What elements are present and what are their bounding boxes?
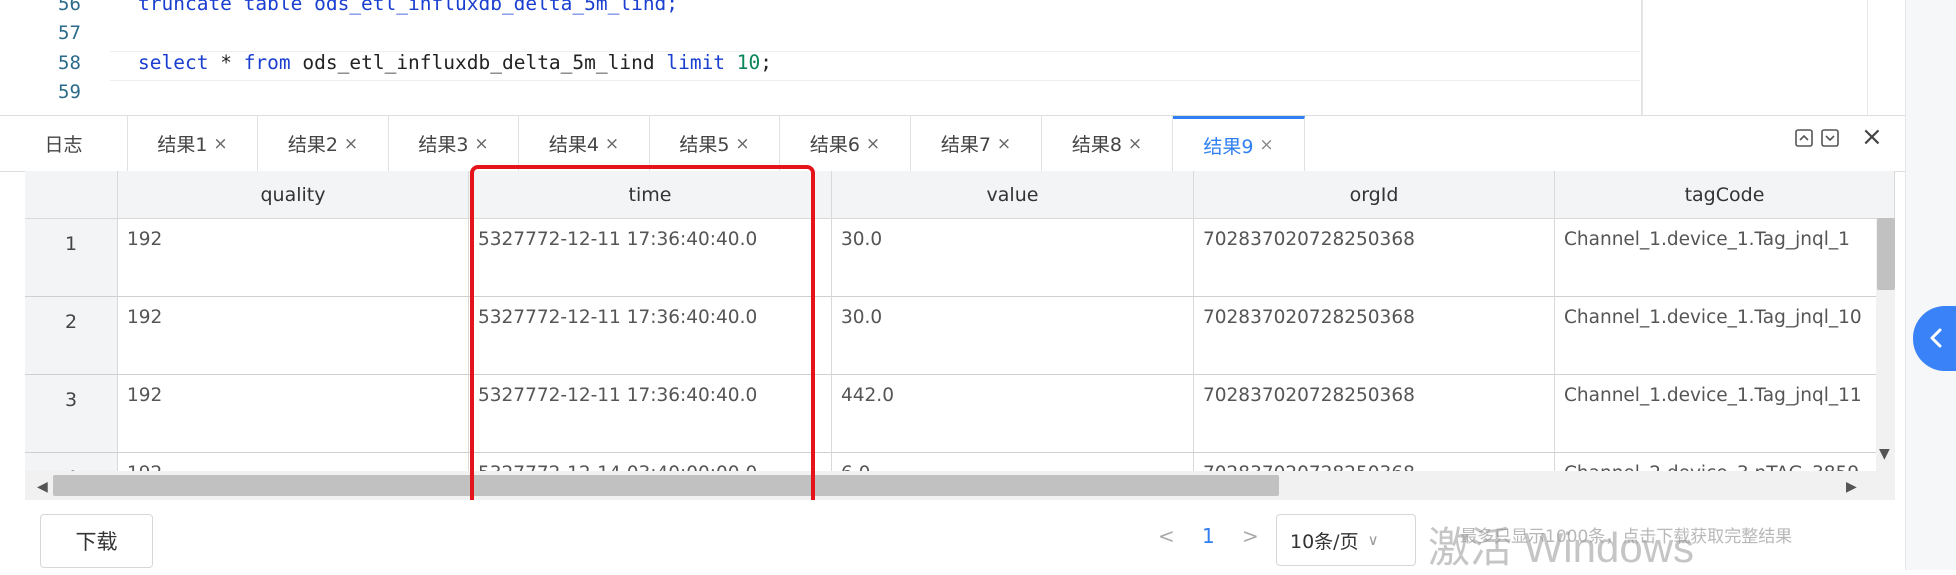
tab-close-icon[interactable]: × [735,134,749,154]
tab-close-icon[interactable]: × [1259,135,1273,155]
tab-result-2[interactable]: 结果2 × [258,116,389,171]
table-cell-time[interactable]: 5327772-12-11 17:36:40:40.0 [469,219,832,297]
result-grid: quality time value orgId tagCode 1 192 5327772-… [25,171,1895,531]
horizontal-scroll-thumb[interactable] [53,475,1279,496]
row-number[interactable]: 3 [25,375,118,453]
tab-label: 结果8 [1071,134,1122,156]
tab-result-1[interactable]: 结果1 × [128,116,258,171]
table-cell-orgid[interactable]: 702837020728250368 [1194,297,1555,375]
scroll-left-arrow-icon[interactable]: ◀ [37,479,48,495]
download-button[interactable]: 下载 [40,514,153,568]
right-rail [1905,0,1956,570]
activation-watermark: 激活 Windows [1428,524,1695,571]
table-cell-tagcode[interactable]: Channel_1.device_1.Tag_jnql_11 [1555,375,1895,453]
tab-result-8[interactable]: 结果8 × [1042,116,1173,171]
tab-label: 结果6 [809,134,860,156]
tab-close-icon[interactable]: × [1128,134,1142,154]
close-panel-icon[interactable]: × [1861,122,1883,152]
column-header-orgid[interactable]: orgId [1194,171,1555,219]
table-cell-orgid[interactable]: 702837020728250368 [1194,375,1555,453]
tab-result-5[interactable]: 结果5 × [650,116,780,171]
tab-log[interactable]: 日志 [0,116,128,171]
tab-label: 结果4 [548,134,599,156]
tab-label: 结果5 [679,134,730,156]
line-gutter: 56 57 58 59 [0,0,95,115]
next-page-button[interactable]: > [1242,524,1259,548]
tab-close-icon[interactable]: × [866,134,880,154]
vertical-scroll-thumb[interactable] [1877,218,1895,290]
page-size-value: 10条/页 [1290,530,1359,553]
restore-panel-icon[interactable] [1794,128,1814,153]
tab-label: 结果3 [418,134,469,156]
editor-divider [1867,0,1868,115]
tab-result-3[interactable]: 结果3 × [389,116,519,171]
tab-result-6[interactable]: 结果6 × [780,116,911,171]
current-page[interactable]: 1 [1202,524,1215,548]
code-token: ods_etl_influxdb_delta_5m_lind [290,51,667,74]
table-cell-tagcode[interactable]: Channel_1.device_1.Tag_jnql_10 [1555,297,1895,375]
table-cell-value[interactable]: 442.0 [832,375,1194,453]
tab-label: 结果1 [157,134,208,156]
code-token: from [243,51,291,74]
tab-close-icon[interactable]: × [997,134,1011,154]
table-cell-value[interactable]: 30.0 [832,219,1194,297]
tab-close-icon[interactable]: × [213,134,227,154]
code-token: select [138,51,209,74]
line-number: 59 [58,81,81,103]
active-line-marker [110,51,1640,52]
code-token: 10 [736,51,761,74]
active-line-marker [110,80,1640,81]
tab-close-icon[interactable]: × [474,134,488,154]
code-line[interactable]: select * from ods_etl_influxdb_delta_5m_… [138,51,772,74]
row-number[interactable]: 2 [25,297,118,375]
table-cell-quality[interactable]: 192 [118,297,469,375]
line-number: 57 [58,22,81,44]
table-cell-time[interactable]: 5327772-12-11 17:36:40:40.0 [469,375,832,453]
code-token: truncate table ods_etl_influxdb_delta_5m… [138,0,679,15]
column-header-time[interactable]: time [469,171,832,219]
tab-close-icon[interactable]: × [605,134,619,154]
scroll-down-arrow-icon[interactable]: ▼ [1879,446,1890,462]
code-token: ; [760,51,773,74]
table-cell-orgid[interactable]: 702837020728250368 [1194,219,1555,297]
table-cell-value[interactable]: 30.0 [832,297,1194,375]
tab-label: 结果9 [1203,135,1254,158]
tab-label: 结果7 [940,134,991,156]
line-number: 58 [58,52,81,74]
row-number[interactable]: 1 [25,219,118,297]
sql-editor[interactable]: 56 57 58 59 truncate table ods_etl_influxdb… [0,0,1905,115]
column-header-quality[interactable]: quality [118,171,469,219]
grid-corner-header [25,171,118,219]
table-cell-time[interactable]: 5327772-12-11 17:36:40:40.0 [469,297,832,375]
tab-result-4[interactable]: 结果4 × [519,116,650,171]
tab-label: 日志 [44,134,83,156]
scroll-right-arrow-icon[interactable]: ▶ [1846,479,1857,495]
tab-result-9[interactable]: 结果9 × [1173,116,1305,171]
tab-result-7[interactable]: 结果7 × [911,116,1042,171]
code-line[interactable]: truncate table ods_etl_influxdb_delta_5m… [138,0,678,15]
table-cell-quality[interactable]: 192 [118,375,469,453]
chevron-left-icon [1930,328,1942,348]
maximize-panel-icon[interactable] [1820,128,1840,153]
page-size-select[interactable]: 10条/页 ∨ [1276,514,1416,566]
code-token: limit [666,51,726,74]
prev-page-button[interactable]: < [1158,524,1175,548]
chevron-down-icon: ∨ [1367,531,1379,549]
column-header-tagcode[interactable]: tagCode [1555,171,1895,219]
line-number: 56 [58,0,81,15]
table-cell-quality[interactable]: 192 [118,219,469,297]
column-header-value[interactable]: value [832,171,1194,219]
table-cell-tagcode[interactable]: Channel_1.device_1.Tag_jnql_1 [1555,219,1895,297]
tab-close-icon[interactable]: × [344,134,358,154]
code-token: * [208,51,244,74]
result-tab-bar: 日志 结果1 × 结果2 × 结果3 × 结果4 × 结果5 × 结果6 × 结果7 × 结果8 × 结果9 × [0,115,1905,172]
tab-label: 结果2 [287,134,338,156]
editor-divider [1641,0,1643,115]
